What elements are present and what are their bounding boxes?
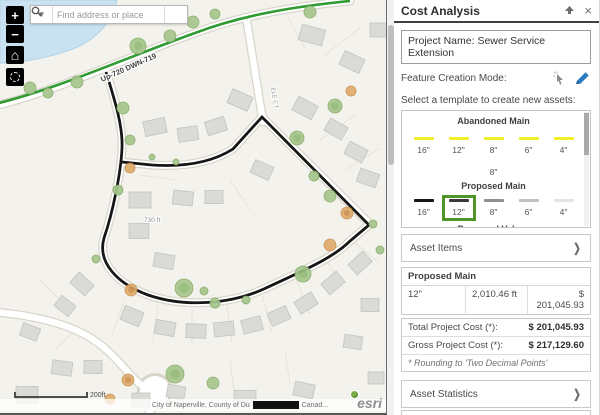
dock-button[interactable] — [564, 6, 575, 15]
feature-creation-mode-label: Feature Creation Mode: — [401, 73, 545, 84]
street-network — [0, 1, 370, 413]
cost-analysis-panel: Cost Analysis × Project Name: Sewer Serv… — [394, 0, 600, 415]
wand-cursor-icon — [552, 71, 567, 86]
project-summary-section[interactable]: Project Summary ❯ — [401, 410, 591, 415]
template-proposed-4[interactable]: 4" — [547, 195, 581, 221]
template-abandoned-12[interactable]: 12" — [442, 133, 476, 159]
home-button[interactable]: ⌂ — [6, 46, 24, 64]
gross-cost-row: Gross Project Cost (*): $ 217,129.60 — [402, 337, 590, 355]
project-name-box: Project Name: Sewer Service Extension — [401, 30, 591, 64]
locate-button[interactable] — [6, 68, 24, 86]
pencil-icon — [574, 71, 591, 86]
panel-scrollbar[interactable] — [386, 0, 394, 415]
chevron-right-icon: ❯ — [573, 387, 581, 401]
rounding-note: * Rounding to 'Two Decimal Points' — [402, 355, 590, 371]
asset-items-section[interactable]: Asset Items ❯ — [401, 234, 591, 262]
close-button[interactable]: × — [584, 4, 592, 17]
search-icon — [31, 6, 42, 17]
street-casing — [0, 1, 370, 413]
search-box: ▼ — [30, 5, 188, 24]
select-mode-button[interactable] — [552, 71, 567, 86]
table-group-header: Proposed Main — [402, 268, 590, 286]
attribution-toggle[interactable] — [253, 401, 299, 409]
asset-items-label: Asset Items — [410, 243, 572, 254]
template-abandoned-8[interactable]: 8" — [477, 133, 511, 159]
attribution-text-right: Canad... — [302, 402, 328, 409]
asset-statistics-section[interactable]: Asset Statistics ❯ — [401, 380, 591, 408]
gross-cost-value: $ 217,129.60 — [522, 337, 590, 354]
cell-length: 2,010.46 ft — [466, 286, 528, 314]
gallery-scrollbar-thumb[interactable] — [584, 113, 589, 155]
zoom-in-button[interactable]: + — [6, 6, 24, 24]
asset-items-table: Proposed Main 12" 2,010.46 ft $ 201,045.… — [401, 267, 591, 315]
gallery-scrollbar[interactable] — [584, 112, 589, 226]
map-graphics: Up-720 DWN-719 ELE CT 730 ft — [0, 0, 386, 413]
trees — [24, 6, 384, 404]
zoom-out-button[interactable]: − — [6, 25, 24, 43]
abandoned-main-row: 16" 12" 8" 6" 4" — [406, 133, 581, 159]
attribution-text-left: City of Naperville, County of Du — [152, 402, 250, 409]
abandoned-main-title: Abandoned Main — [406, 116, 581, 126]
feature-creation-mode-row: Feature Creation Mode: — [401, 71, 591, 86]
template-abandoned-4[interactable]: 4" — [547, 133, 581, 159]
street-label: ELE CT — [269, 87, 279, 109]
esri-globe-icon — [350, 390, 359, 399]
template-abandoned-16[interactable]: 16" — [407, 133, 441, 159]
cell-size: 12" — [402, 286, 466, 314]
home-icon: ⌂ — [11, 47, 19, 63]
table-row: 12" 2,010.46 ft $ 201,045.93 — [402, 286, 590, 314]
scale-label: 200ft — [90, 392, 106, 399]
total-cost-row: Total Project Cost (*): $ 201,045.93 — [402, 319, 590, 337]
abandoned-main-row-2: 8" — [406, 160, 581, 181]
template-proposed-16[interactable]: 16" — [407, 195, 441, 221]
asset-statistics-label: Asset Statistics — [410, 389, 572, 400]
template-proposed-12-selected[interactable]: 12" — [442, 195, 476, 221]
gross-cost-label: Gross Project Cost (*): — [402, 337, 522, 354]
proposed-main-title: Proposed Main — [406, 181, 581, 191]
esri-logo: esri — [357, 396, 382, 410]
template-gallery: Abandoned Main 16" 12" 8" 6" 4" 8" Propo… — [401, 110, 591, 228]
locate-icon — [10, 72, 20, 82]
panel-title: Cost Analysis — [401, 4, 555, 18]
cost-summary-box: Total Project Cost (*): $ 201,045.93 Gro… — [401, 318, 591, 372]
cell-cost: $ 201,045.93 — [528, 286, 590, 314]
proposed-main-row: 16" 12" 8" 6" 4" — [406, 195, 581, 221]
attribution-bar: City of Naperville, County of Du Canad..… — [0, 399, 386, 411]
select-template-label: Select a template to create new assets: — [401, 95, 591, 106]
draw-mode-button[interactable] — [574, 71, 591, 86]
search-input[interactable] — [53, 6, 164, 23]
dock-icon — [564, 6, 575, 15]
distance-label: 730 ft — [144, 217, 160, 224]
close-icon: × — [584, 4, 592, 17]
template-abandoned-8b[interactable]: 8" — [477, 160, 511, 181]
proposed-valves-title: Proposed Valves — [406, 224, 581, 228]
template-proposed-6[interactable]: 6" — [512, 195, 546, 221]
chevron-right-icon: ❯ — [573, 241, 581, 255]
total-cost-value: $ 201,045.93 — [522, 319, 590, 336]
total-cost-label: Total Project Cost (*): — [402, 319, 522, 336]
panel-header: Cost Analysis × — [394, 0, 599, 23]
template-abandoned-6[interactable]: 6" — [512, 133, 546, 159]
search-button[interactable] — [164, 6, 187, 23]
map-canvas[interactable]: Up-720 DWN-719 ELE CT 730 ft ▼ + − ⌂ 20 — [0, 0, 386, 415]
app-window: Up-720 DWN-719 ELE CT 730 ft ▼ + − ⌂ 20 — [0, 0, 600, 415]
template-proposed-8[interactable]: 8" — [477, 195, 511, 221]
